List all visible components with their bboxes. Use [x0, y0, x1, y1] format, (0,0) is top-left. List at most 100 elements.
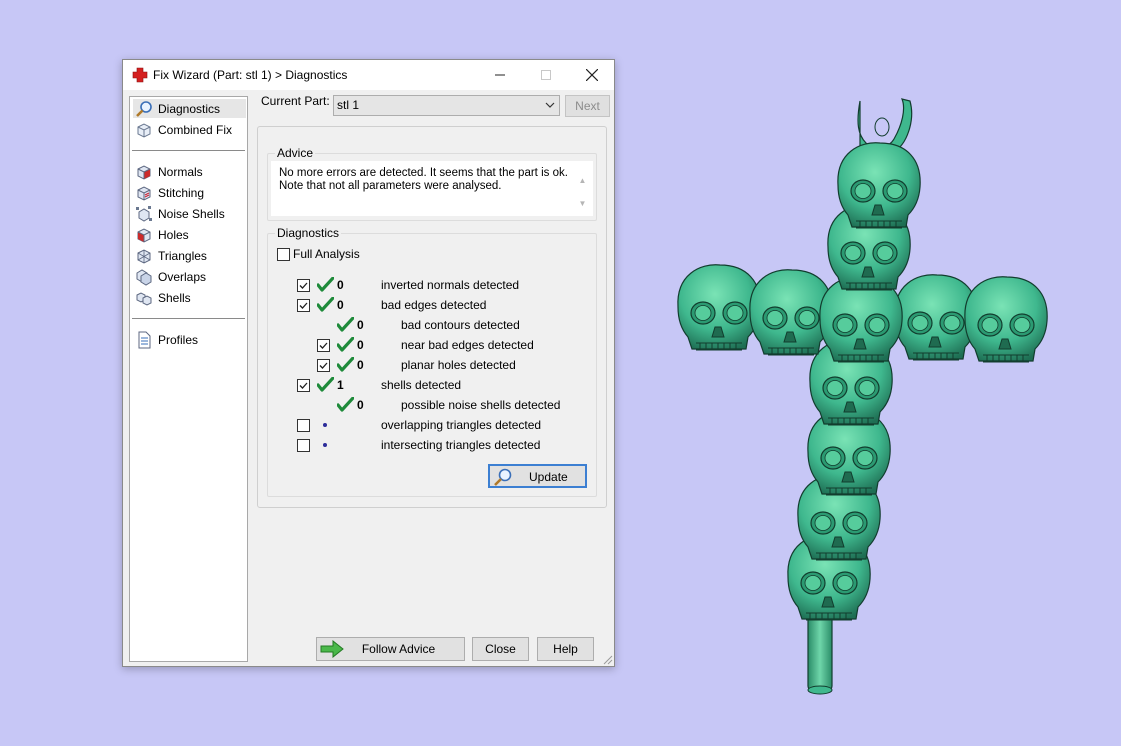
nav-item-combined-fix[interactable]: Combined Fix [133, 120, 246, 139]
nav-item-label: Triangles [158, 248, 207, 263]
diagnostic-row: 0 bad contours detected [268, 316, 598, 334]
checkmark-icon [316, 376, 335, 393]
diagnostic-checkbox[interactable] [317, 359, 330, 372]
scroll-down-icon[interactable]: ▼ [579, 197, 587, 210]
nav-item-label: Overlaps [158, 269, 207, 284]
diagnostic-checkbox[interactable] [297, 279, 310, 292]
window-title: Fix Wizard (Part: stl 1) > Diagnostics [153, 68, 348, 82]
diagnostic-label: bad contours detected [401, 318, 520, 332]
full-analysis-checkbox[interactable] [277, 247, 290, 261]
nav-item-label: Combined Fix [158, 122, 233, 137]
diagnostic-label: intersecting triangles detected [381, 438, 541, 452]
holes-cube-icon [137, 227, 151, 243]
checkmark-icon [316, 276, 335, 293]
normals-cube-icon [137, 164, 151, 180]
advice-line: Note that not all parameters were analys… [279, 180, 502, 192]
update-button[interactable]: Update [488, 464, 587, 488]
diagnostic-count: 0 [357, 338, 364, 352]
nav-item-label: Stitching [158, 185, 205, 200]
diagnostic-label: planar holes detected [401, 358, 516, 372]
follow-advice-button[interactable]: Follow Advice [316, 637, 465, 661]
diagnostics-panel: Advice No more errors are detected. It s… [257, 126, 607, 508]
diagnostic-label: possible noise shells detected [401, 398, 561, 412]
current-part-label: Current Part: [261, 94, 330, 108]
magnifier-icon [494, 468, 512, 486]
chevron-down-icon [545, 102, 555, 108]
triangles-icon [137, 248, 151, 264]
scroll-up-icon[interactable]: ▲ [579, 174, 587, 187]
diagnostic-count: 0 [337, 298, 344, 312]
diagnostic-row: 0 planar holes detected [268, 356, 598, 374]
resize-grip-icon[interactable] [603, 655, 613, 665]
nav-item-shells[interactable]: Shells [133, 288, 246, 307]
nav-item-label: Holes [158, 227, 189, 242]
diagnostic-count: 0 [357, 318, 364, 332]
diagnostic-row: 0 bad edges detected [268, 296, 598, 314]
diagnostics-group: Diagnostics Full Analysis 0 inverted norm… [267, 226, 598, 497]
diagnostic-row: overlapping triangles detected [268, 417, 598, 434]
stitching-cube-icon [137, 185, 151, 201]
diagnostic-label: overlapping triangles detected [381, 418, 542, 432]
magnifier-icon [136, 100, 152, 117]
nav-item-label: Noise Shells [158, 206, 225, 221]
diagnostic-count: 0 [357, 398, 364, 412]
diagnostic-label: bad edges detected [381, 298, 487, 312]
minimize-button[interactable] [477, 60, 523, 90]
skull-cross-model[interactable] [660, 95, 1065, 700]
current-part-value: stl 1 [337, 98, 360, 112]
update-label: Update [529, 470, 568, 484]
current-part-dropdown[interactable]: stl 1 [333, 95, 560, 116]
advice-legend: Advice [275, 146, 316, 160]
full-analysis-option[interactable]: Full Analysis [277, 247, 360, 261]
nav-divider [132, 318, 245, 319]
pending-dot-icon [323, 443, 327, 447]
nav-item-noise-shells[interactable]: Noise Shells [133, 204, 246, 223]
shells-icon [136, 291, 152, 306]
checkmark-icon [336, 356, 355, 373]
help-button[interactable]: Help [537, 637, 594, 661]
advice-line: No more errors are detected. It seems th… [279, 167, 568, 179]
next-button[interactable]: Next [565, 95, 610, 117]
diagnostic-row: 0 near bad edges detected [268, 336, 598, 354]
nav-item-diagnostics[interactable]: Diagnostics [133, 99, 246, 118]
diagnostic-label: inverted normals detected [381, 278, 520, 292]
diagnostic-count: 1 [337, 378, 344, 392]
nav-item-label: Normals [158, 164, 203, 179]
diagnostic-checkbox[interactable] [297, 419, 310, 432]
advice-scrollbar[interactable]: ▲ ▼ [575, 168, 590, 216]
diagnostic-label: shells detected [381, 378, 462, 392]
diagnostic-checkbox[interactable] [297, 379, 310, 392]
nav-item-triangles[interactable]: Triangles [133, 246, 246, 265]
nav-item-overlaps[interactable]: Overlaps [133, 267, 246, 286]
checkmark-icon [336, 316, 355, 333]
overlaps-icon [136, 268, 152, 286]
diagnostic-row: intersecting triangles detected [268, 437, 598, 454]
diagnostic-row: 0 inverted normals detected [268, 276, 598, 294]
advice-group: Advice No more errors are detected. It s… [267, 146, 597, 221]
maximize-button [523, 60, 569, 90]
nav-divider [132, 150, 245, 151]
nav-item-normals[interactable]: Normals [133, 162, 246, 181]
nav-item-holes[interactable]: Holes [133, 225, 246, 244]
nav-item-label: Profiles [158, 332, 199, 347]
close-window-button[interactable] [569, 60, 615, 90]
arrow-right-icon [320, 640, 344, 658]
checkmark-icon [336, 336, 355, 353]
checkmark-icon [336, 396, 355, 413]
nav-item-profiles[interactable]: Profiles [133, 330, 246, 349]
close-button[interactable]: Close [472, 637, 529, 661]
diagnostic-checkbox[interactable] [297, 299, 310, 312]
follow-advice-label: Follow Advice [361, 642, 436, 656]
diagnostic-row: 0 possible noise shells detected [268, 396, 598, 414]
diagnostic-row: 1 shells detected [268, 376, 598, 394]
noise-shells-icon [136, 205, 152, 222]
title-bar[interactable]: Fix Wizard (Part: stl 1) > Diagnostics [123, 60, 614, 90]
diagnostic-checkbox[interactable] [317, 339, 330, 352]
diagnostic-checkbox[interactable] [297, 439, 310, 452]
cube-outline-icon [137, 122, 151, 138]
fix-wizard-window: Fix Wizard (Part: stl 1) > Diagnostics D… [122, 59, 615, 667]
full-analysis-label: Full Analysis [293, 247, 360, 261]
red-cross-icon [132, 67, 148, 83]
nav-item-stitching[interactable]: Stitching [133, 183, 246, 202]
diagnostics-legend: Diagnostics [275, 226, 342, 240]
